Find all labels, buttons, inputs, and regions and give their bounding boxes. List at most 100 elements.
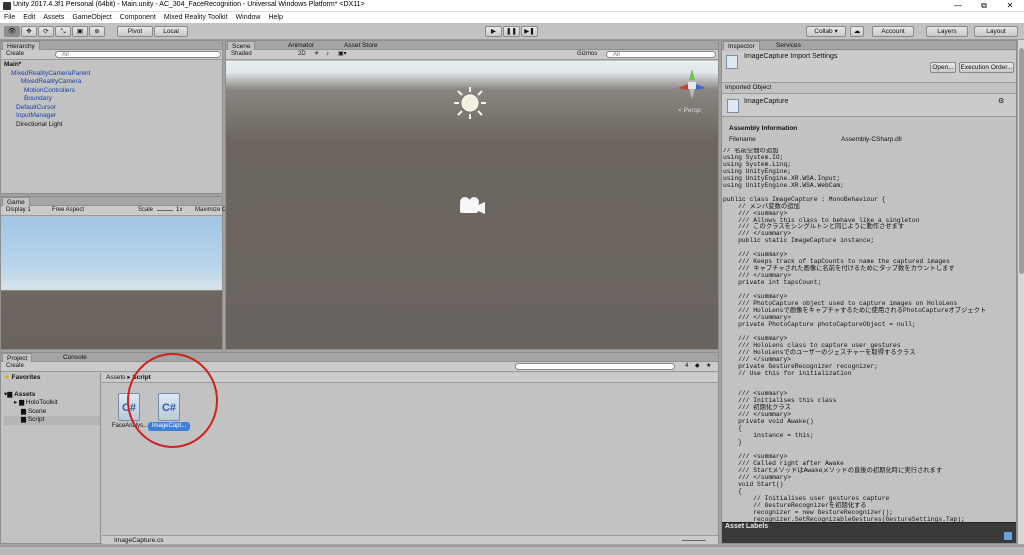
game-viewport[interactable] (1, 217, 222, 349)
imported-object-label: Imported Object (725, 84, 772, 91)
aspect-dropdown[interactable]: Free Aspect (50, 207, 86, 214)
menu-assets[interactable]: Assets (39, 12, 68, 23)
icon-size-slider[interactable] (682, 540, 706, 541)
transform-tool-icon[interactable]: ⊕ (89, 26, 105, 37)
step-button[interactable]: ▶❚ (521, 26, 538, 37)
rotate-tool-icon[interactable]: ⟳ (38, 26, 54, 37)
project-search-input[interactable] (515, 363, 675, 370)
asset-labels-label: Asset Labels (725, 523, 769, 530)
asset-count: 4 (685, 363, 689, 369)
pivot-toggle[interactable]: Pivot (117, 26, 153, 37)
star-filter-icon[interactable]: ★ (704, 363, 713, 370)
project-footer: ImageCapture.cs (102, 535, 718, 544)
tab-scene[interactable]: Scene (227, 41, 256, 50)
hierarchy-item[interactable]: InputManager (4, 112, 222, 121)
script-source-preview: // 名前空間の追加 using System.IO; using System… (723, 148, 987, 522)
folder-icon: ▾▆ (4, 390, 13, 398)
tab-animator[interactable]: Animator (284, 41, 318, 50)
maximize-on-play-toggle[interactable]: Maximize O (193, 207, 229, 214)
hierarchy-item[interactable]: MotionControllers (4, 87, 222, 96)
scene-search-input[interactable]: All (606, 51, 716, 58)
display-dropdown[interactable]: Display 1 (4, 207, 33, 214)
tab-project[interactable]: Project (2, 353, 33, 362)
effects-toggle-icon[interactable]: ▣▾ (336, 51, 349, 58)
cloud-icon[interactable]: ☁ (850, 26, 864, 37)
unity-logo-icon (3, 2, 11, 10)
directional-light-icon[interactable] (452, 85, 488, 121)
layers-dropdown[interactable]: Layers (926, 26, 968, 37)
pause-button[interactable]: ❚❚ (503, 26, 520, 37)
tab-inspector[interactable]: Inspector (723, 41, 760, 50)
scale-tool-icon[interactable]: ⤡ (55, 26, 71, 37)
camera-gizmo-icon[interactable] (456, 195, 486, 217)
tab-hierarchy[interactable]: Hierarchy (2, 41, 40, 50)
menu-file[interactable]: File (0, 12, 19, 23)
hierarchy-subbar: Create All (1, 50, 222, 60)
project-folder-tree: ★ Favorites ▾▆ Assets ▸ ▆ HoloToolkit ▆ … (1, 373, 101, 543)
play-button[interactable]: ▶ (485, 26, 502, 37)
orientation-gizmo-icon[interactable] (675, 67, 709, 101)
assembly-info-heading: Assembly Information (729, 125, 798, 132)
move-tool-icon[interactable]: ✥ (21, 26, 37, 37)
hierarchy-create-button[interactable]: Create (4, 51, 26, 58)
menu-component[interactable]: Component (116, 12, 160, 23)
hierarchy-panel: Hierarchy Create All Main* MixedRealityC… (0, 40, 223, 194)
favorites-item[interactable]: ★ Favorites (4, 374, 100, 383)
persp-label[interactable]: < Persp (678, 107, 701, 114)
tab-asset-store[interactable]: Asset Store (340, 41, 382, 50)
inspector-header: ImageCapture Import Settings Open... Exe… (722, 51, 1016, 83)
assets-folder-item[interactable]: ▾▆ Assets (4, 391, 100, 400)
hierarchy-item[interactable]: MixedRealityCamera (4, 78, 222, 87)
scene-root-item[interactable]: Main* (4, 61, 222, 70)
layout-dropdown[interactable]: Layout (974, 26, 1018, 37)
tab-game[interactable]: Game (2, 197, 30, 206)
menu-bar: File Edit Assets GameObject Component Mi… (0, 12, 1024, 23)
hierarchy-item[interactable]: DefaultCursor (4, 104, 222, 113)
project-create-button[interactable]: Create (4, 363, 26, 370)
menu-window[interactable]: Window (232, 12, 265, 23)
main-toolbar: 👁 ✥ ⟳ ⤡ ▣ ⊕ Pivot Local ▶ ❚❚ ▶❚ Collab ▾… (0, 23, 1024, 40)
audio-toggle-icon[interactable]: ♪ (324, 51, 331, 58)
open-button[interactable]: Open... (930, 62, 956, 73)
rect-tool-icon[interactable]: ▣ (72, 26, 88, 37)
menu-mixed-reality-toolkit[interactable]: Mixed Reality Toolkit (160, 12, 232, 23)
gizmos-dropdown[interactable]: Gizmos (575, 51, 599, 58)
inspector-scrollbar[interactable] (1017, 40, 1024, 544)
hierarchy-item[interactable]: Directional Light (4, 121, 222, 130)
2d-toggle[interactable]: 2D (296, 51, 308, 58)
maximize-button[interactable]: ⧉ (972, 0, 996, 12)
collab-dropdown[interactable]: Collab ▾ (806, 26, 846, 37)
folder-item-scene[interactable]: ▆ Scene (4, 408, 100, 417)
hierarchy-tabrow: Hierarchy (1, 41, 222, 50)
scale-slider[interactable] (157, 210, 173, 211)
label-tag-icon[interactable] (1004, 532, 1012, 540)
imported-object-name: ImageCapture (744, 98, 789, 105)
menu-gameobject[interactable]: GameObject (68, 12, 115, 23)
close-button[interactable]: ✕ (998, 0, 1022, 12)
inspector-scroll-thumb[interactable] (1019, 48, 1024, 274)
asset-labels-bar: Asset Labels (722, 522, 1016, 543)
hierarchy-search-input[interactable]: All (55, 51, 221, 58)
hand-tool-icon[interactable]: 👁 (4, 26, 20, 37)
hierarchy-item[interactable]: Boundary (4, 95, 222, 104)
folder-item-holotoolkit[interactable]: ▸ ▆ HoloToolkit (4, 399, 100, 408)
shading-mode-dropdown[interactable]: Shaded (229, 51, 254, 58)
tab-services[interactable]: Services (772, 41, 805, 50)
local-toggle[interactable]: Local (154, 26, 188, 37)
account-dropdown[interactable]: Account (872, 26, 914, 37)
hierarchy-item[interactable]: MixedRealityCameraParent (4, 70, 222, 79)
menu-help[interactable]: Help (264, 12, 286, 23)
breadcrumb-assets[interactable]: Assets (106, 374, 126, 381)
filename-value: Assembly-CSharp.dll (841, 136, 902, 143)
pivot-label: Pivot (127, 28, 143, 35)
scene-viewport[interactable]: < Persp (226, 61, 718, 349)
lighting-toggle-icon[interactable]: ☀ (312, 51, 321, 58)
favorites-label: Favorites (11, 374, 41, 381)
minimize-button[interactable]: — (946, 0, 970, 12)
tab-console[interactable]: Console (59, 353, 91, 362)
folder-item-script[interactable]: ▆ Script (4, 416, 100, 425)
menu-edit[interactable]: Edit (19, 12, 39, 23)
execution-order-button[interactable]: Execution Order... (959, 62, 1014, 73)
component-settings-icon[interactable]: ⚙ (998, 97, 1004, 105)
filter-type-icon[interactable]: ◆ (693, 363, 702, 370)
